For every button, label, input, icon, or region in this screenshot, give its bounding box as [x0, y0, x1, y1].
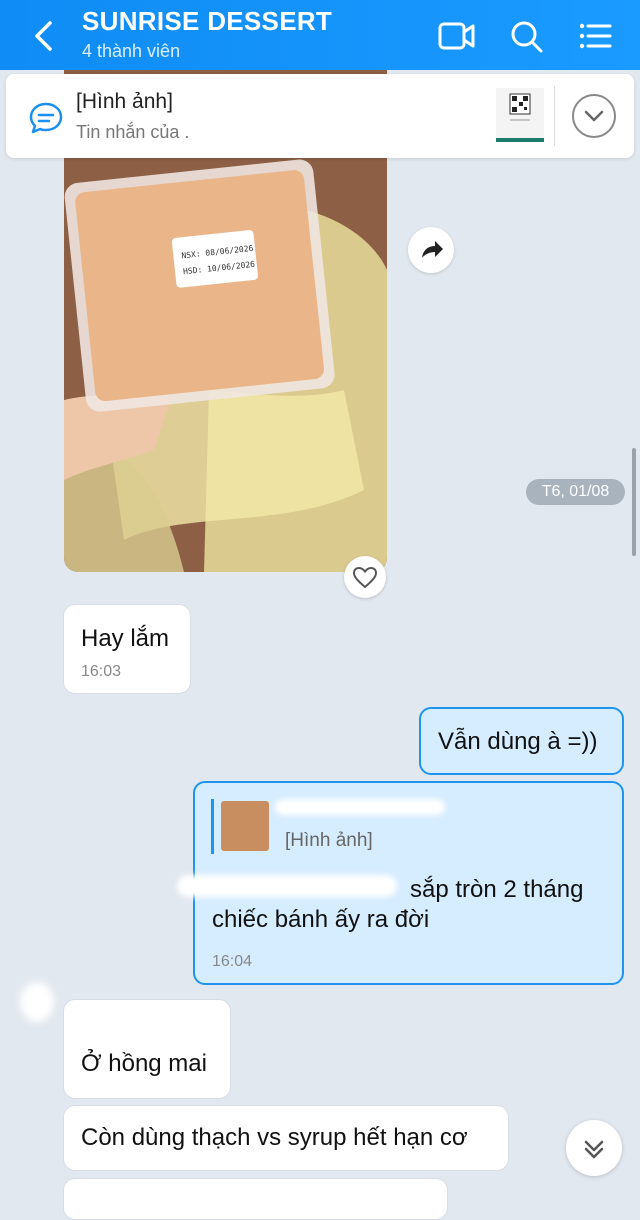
- pinned-message-bar[interactable]: [Hình ảnh] Tin nhắn của .: [6, 74, 634, 158]
- message-text-line2: chiếc bánh ấy ra đời: [212, 906, 430, 933]
- expand-chevron-icon[interactable]: [572, 94, 616, 138]
- pinned-subtitle: Tin nhắn của .: [76, 122, 190, 142]
- quoted-label: [Hình ảnh]: [285, 830, 373, 851]
- message-text: Còn dùng thạch vs syrup hết hạn cơ: [81, 1124, 468, 1151]
- video-call-icon[interactable]: [438, 18, 476, 54]
- date-separator: T6, 01/08: [526, 479, 625, 505]
- avatar[interactable]: [20, 982, 54, 1022]
- message-bubble-incoming[interactable]: [63, 1178, 448, 1220]
- chat-header: SUNRISE DESSERT 4 thành viên: [0, 0, 640, 70]
- message-bubble-incoming[interactable]: Ở hồng mai: [63, 999, 231, 1099]
- redacted-text: [177, 875, 397, 897]
- search-icon[interactable]: [508, 18, 546, 54]
- pinned-thumbnail: [496, 88, 544, 142]
- forward-arrow-icon[interactable]: [408, 227, 454, 273]
- chat-bubble-icon: [29, 102, 63, 134]
- divider: [554, 86, 555, 146]
- message-text-line1: sắp tròn 2 tháng: [410, 876, 584, 903]
- redacted-name: [275, 799, 445, 815]
- message-text: Ở hồng mai: [81, 1050, 207, 1077]
- back-icon[interactable]: [30, 20, 58, 52]
- list-menu-icon[interactable]: [576, 18, 614, 54]
- message-text: Hay lắm: [81, 625, 170, 652]
- heart-icon[interactable]: [344, 556, 386, 598]
- message-bubble-outgoing[interactable]: Vẫn dùng à =)): [419, 707, 624, 775]
- group-title[interactable]: SUNRISE DESSERT: [82, 6, 332, 37]
- pinned-title: [Hình ảnh]: [76, 90, 173, 113]
- message-text: Vẫn dùng à =)): [438, 728, 598, 755]
- message-time: 16:04: [212, 953, 253, 970]
- qr-code-icon: [509, 93, 531, 121]
- message-time: 16:03: [81, 663, 122, 680]
- message-bubble-incoming[interactable]: Còn dùng thạch vs syrup hết hạn cơ: [63, 1105, 509, 1171]
- member-count[interactable]: 4 thành viên: [82, 41, 180, 62]
- reply-message-bubble[interactable]: [Hình ảnh] sắp tròn 2 tháng chiếc bánh ấ…: [177, 781, 624, 985]
- double-chevron-down-icon[interactable]: [566, 1120, 622, 1176]
- quoted-image-thumbnail[interactable]: [221, 801, 269, 851]
- quote-bar: [211, 799, 214, 854]
- message-bubble-incoming[interactable]: Hay lắm 16:03: [63, 604, 191, 694]
- scrollbar[interactable]: [632, 448, 636, 556]
